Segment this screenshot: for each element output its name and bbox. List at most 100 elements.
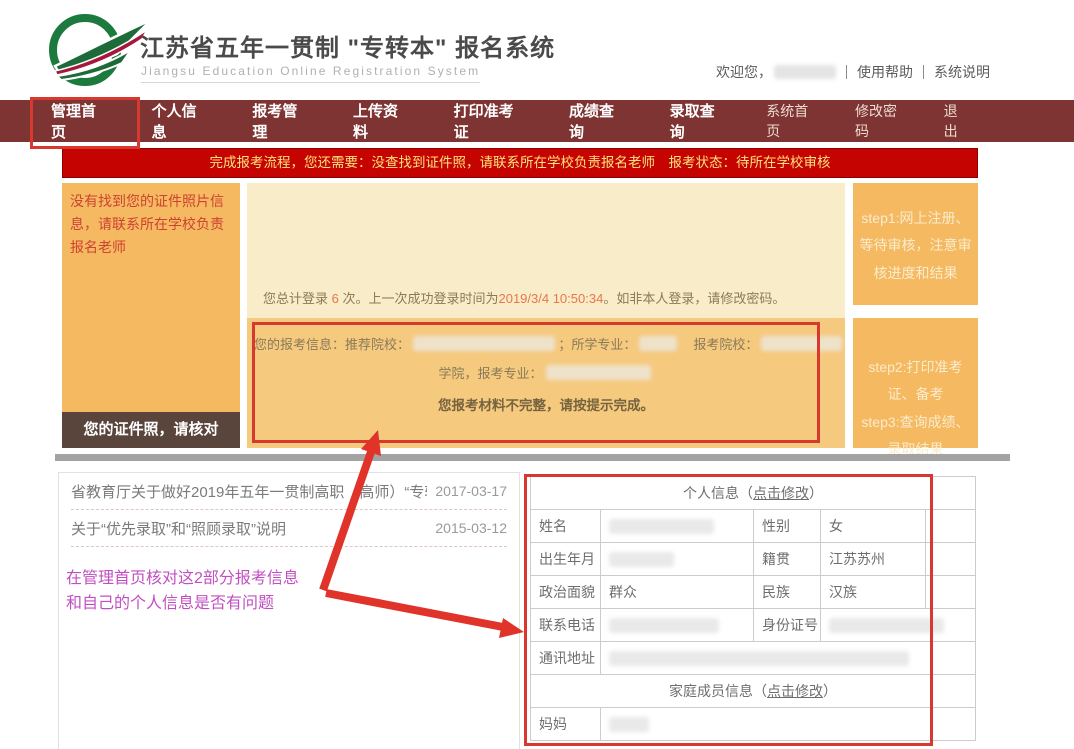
value-name bbox=[601, 510, 754, 543]
news-date: 2015-03-12 bbox=[435, 520, 507, 536]
separator bbox=[923, 65, 924, 79]
nav-item-personal-info[interactable]: 个人信息 bbox=[131, 100, 232, 142]
value-mother bbox=[601, 708, 976, 741]
status-banner: 完成报考流程，您还需要：没查找到证件照，请联系所在学校负责报名老师 报考状态：待… bbox=[62, 148, 978, 178]
header-text: ） bbox=[823, 683, 837, 699]
label-gender: 性别 bbox=[754, 510, 821, 543]
nav-item-admission-query[interactable]: 录取查询 bbox=[649, 100, 750, 142]
login-text: 您总计登录 bbox=[263, 291, 332, 306]
address-redacted bbox=[609, 651, 909, 666]
label-political-status: 政治面貌 bbox=[531, 576, 601, 609]
table-row: 政治面貌 群众 民族 汉族 bbox=[531, 576, 976, 609]
site-subtitle: Jiangsu Education Online Registration Sy… bbox=[141, 64, 480, 83]
value-ethnicity: 汉族 bbox=[821, 576, 926, 609]
nav-item-logout[interactable]: 退出 bbox=[927, 100, 988, 142]
table-row: 出生年月 籍贯 江苏苏州 bbox=[531, 543, 976, 576]
photo-missing-message: 没有找到您的证件照片信息，请联系所在学校负责报名老师 bbox=[62, 183, 240, 259]
separator bbox=[846, 65, 847, 79]
system-info-link[interactable]: 系统说明 bbox=[934, 62, 990, 82]
apply-info-block: 您的报考信息：推荐院校： ；所学专业： 报考院校： 学院，报考专业： 您报考材料不… bbox=[247, 318, 845, 448]
login-text: 。如非本人登录，请修改密码。 bbox=[603, 291, 785, 306]
nav-item-admin-home[interactable]: 管理首页 bbox=[30, 100, 131, 142]
target-school-redacted bbox=[761, 336, 842, 351]
personal-info-header: 个人信息（点击修改） bbox=[531, 477, 976, 510]
table-row: 通讯地址 bbox=[531, 642, 976, 675]
center-panel: 您总计登录 6 次。上一次成功登录时间为2019/3/4 10:50:34。如非… bbox=[247, 183, 845, 448]
main-navbar: 管理首页 个人信息 报考管理 上传资料 打印准考证 成绩查询 录取查询 系统首页… bbox=[0, 100, 1074, 142]
welcome-bar: 欢迎您， 使用帮助 系统说明 bbox=[716, 62, 990, 82]
table-row: 姓名 性别 女 bbox=[531, 510, 976, 543]
apply-text: 学院，报考专业： bbox=[438, 363, 542, 382]
label-birthplace: 籍贯 bbox=[754, 543, 821, 576]
table-header-row: 个人信息（点击修改） bbox=[531, 477, 976, 510]
value-gender: 女 bbox=[821, 510, 926, 543]
id-photo-panel: 没有找到您的证件照片信息，请联系所在学校负责报名老师 您的证件照，请核对 bbox=[62, 183, 240, 448]
value-id-number bbox=[821, 609, 976, 642]
last-login-time: 2019/3/4 10:50:34 bbox=[498, 291, 603, 306]
family-info-header: 家庭成员信息（点击修改） bbox=[531, 675, 976, 708]
step2-step3-box: step2:打印准考证、备考 step3:查询成绩、录取结果 bbox=[853, 318, 978, 448]
mother-name-redacted bbox=[609, 717, 649, 732]
label-phone: 联系电话 bbox=[531, 609, 601, 642]
news-title[interactable]: 省教育厅关于做好2019年五年一贯制高职（高师）“专转 bbox=[71, 481, 427, 502]
apply-text: 报考院校： bbox=[680, 334, 758, 353]
recommend-school-redacted bbox=[413, 336, 555, 351]
nav-item-system-home[interactable]: 系统首页 bbox=[749, 100, 838, 142]
empty-cell bbox=[926, 543, 976, 576]
birthdate-redacted bbox=[609, 552, 674, 567]
label-birthdate: 出生年月 bbox=[531, 543, 601, 576]
nav-right-group: 系统首页 修改密码 退出 bbox=[749, 100, 988, 142]
apply-text: 您的报考信息：推荐院校： bbox=[254, 334, 410, 353]
welcome-text: 欢迎您， bbox=[716, 62, 772, 82]
edit-family-info-link[interactable]: 点击修改 bbox=[767, 683, 823, 699]
target-major-redacted bbox=[546, 365, 651, 380]
value-phone bbox=[601, 609, 754, 642]
value-political-status: 群众 bbox=[601, 576, 754, 609]
table-row: 联系电话 身份证号 bbox=[531, 609, 976, 642]
id-number-redacted bbox=[829, 618, 944, 633]
empty-cell bbox=[926, 576, 976, 609]
nav-item-apply-manage[interactable]: 报考管理 bbox=[231, 100, 332, 142]
news-list-item[interactable]: 关于“优先录取”和“照顾录取”说明 2015-03-12 bbox=[71, 510, 507, 547]
help-link[interactable]: 使用帮助 bbox=[857, 62, 913, 82]
table-row: 妈妈 bbox=[531, 708, 976, 741]
tutorial-note-line1: 在管理首页核对这2部分报考信息 bbox=[66, 567, 299, 592]
label-mother: 妈妈 bbox=[531, 708, 601, 741]
step1-box: step1:网上注册、等待审核，注意审核进度和结果 bbox=[853, 183, 978, 305]
label-address: 通讯地址 bbox=[531, 642, 601, 675]
tutorial-note-line2: 和自己的个人信息是否有问题 bbox=[66, 592, 299, 617]
label-id-number: 身份证号 bbox=[754, 609, 821, 642]
apply-info-line2: 学院，报考专业： bbox=[247, 363, 845, 382]
personal-info-table: 个人信息（点击修改） 姓名 性别 女 出生年月 籍贯 江苏苏州 政治面貌 群众 … bbox=[530, 476, 976, 741]
login-count: 6 bbox=[332, 291, 339, 306]
name-redacted bbox=[609, 519, 714, 534]
login-text: 次。上一次成功登录时间为 bbox=[339, 291, 499, 306]
phone-redacted bbox=[609, 618, 719, 633]
site-title: 江苏省五年一贯制 "专转本" 报名系统 bbox=[140, 28, 555, 63]
nav-item-score-query[interactable]: 成绩查询 bbox=[548, 100, 649, 142]
value-birthplace: 江苏苏州 bbox=[821, 543, 926, 576]
apply-text: ；所学专业： bbox=[558, 334, 636, 353]
edit-personal-info-link[interactable]: 点击修改 bbox=[753, 485, 809, 501]
nav-item-upload-material[interactable]: 上传资料 bbox=[332, 100, 433, 142]
value-address bbox=[601, 642, 976, 675]
user-name-redacted bbox=[774, 65, 836, 79]
apply-info-line1: 您的报考信息：推荐院校： ；所学专业： 报考院校： bbox=[254, 334, 845, 353]
news-date: 2017-03-17 bbox=[435, 483, 507, 499]
page-root: 江苏省五年一贯制 "专转本" 报名系统 Jiangsu Education On… bbox=[0, 0, 1074, 749]
major-redacted bbox=[639, 336, 677, 351]
label-ethnicity: 民族 bbox=[754, 576, 821, 609]
step2-text: step2:打印准考证、备考 bbox=[857, 354, 974, 409]
label-name: 姓名 bbox=[531, 510, 601, 543]
nav-item-print-ticket[interactable]: 打印准考证 bbox=[433, 100, 548, 142]
apply-warning: 您报考材料不完整，请按提示完成。 bbox=[247, 394, 845, 414]
nav-item-change-password[interactable]: 修改密码 bbox=[838, 100, 927, 142]
header-text: ） bbox=[809, 485, 823, 501]
news-list-item[interactable]: 省教育厅关于做好2019年五年一贯制高职（高师）“专转 2017-03-17 bbox=[71, 473, 507, 510]
header-text: 家庭成员信息（ bbox=[669, 683, 767, 699]
tutorial-note: 在管理首页核对这2部分报考信息 和自己的个人信息是否有问题 bbox=[66, 567, 299, 617]
header-text: 个人信息（ bbox=[683, 485, 753, 501]
empty-cell bbox=[926, 510, 976, 543]
photo-panel-footer: 您的证件照，请核对 bbox=[62, 412, 240, 448]
news-title[interactable]: 关于“优先录取”和“照顾录取”说明 bbox=[71, 518, 427, 539]
